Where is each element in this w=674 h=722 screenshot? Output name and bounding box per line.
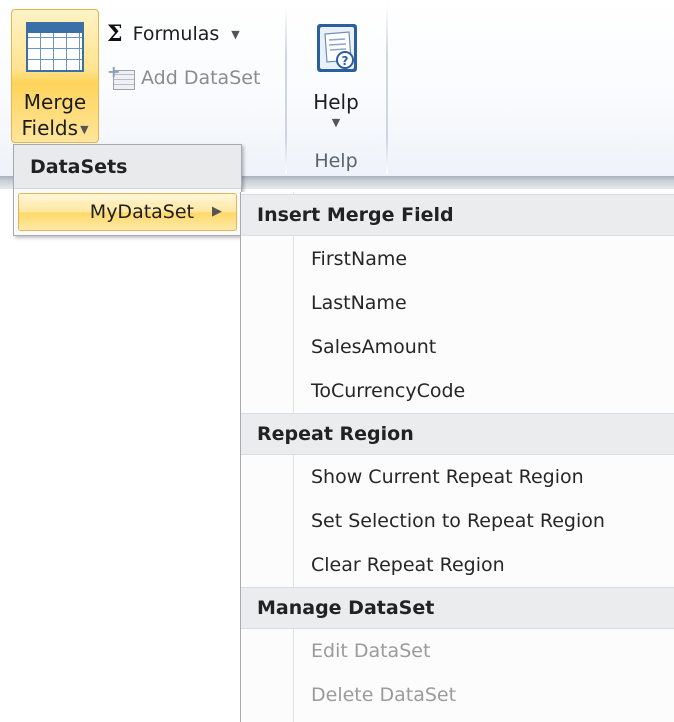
section-header-insert-merge-field: Insert Merge Field xyxy=(241,194,674,236)
section-header-label: Repeat Region xyxy=(257,423,414,445)
datasets-menu: DataSets MyDataSet ▶ xyxy=(13,144,242,236)
group-separator xyxy=(285,4,287,174)
chevron-down-icon: ▼ xyxy=(80,123,89,136)
help-group-label: Help xyxy=(314,150,358,172)
chevron-right-icon: ▶ xyxy=(212,204,222,219)
section-header-repeat-region: Repeat Region xyxy=(241,413,674,455)
section-header-label: Manage DataSet xyxy=(257,597,435,619)
menu-item-clear-repeat-region[interactable]: Clear Repeat Region xyxy=(311,554,505,576)
formulas-label: Formulas xyxy=(132,23,220,45)
menu-item-salesamount[interactable]: SalesAmount xyxy=(311,336,436,358)
chevron-down-icon: ▼ xyxy=(231,27,240,41)
dataset-submenu: Insert Merge Field FirstName LastName Sa… xyxy=(240,192,674,722)
menu-item-mydataset[interactable]: MyDataSet ▶ xyxy=(18,193,237,231)
chevron-down-icon[interactable]: ▼ xyxy=(306,116,366,129)
menu-item-set-selection-to-repeat-region[interactable]: Set Selection to Repeat Region xyxy=(311,510,605,532)
add-dataset-label: Add DataSet xyxy=(141,67,261,89)
help-button-label[interactable]: Help xyxy=(306,90,366,114)
menu-item-edit-dataset: Edit DataSet xyxy=(311,640,431,662)
menu-item-lastname[interactable]: LastName xyxy=(311,292,407,314)
menu-item-tocurrencycode[interactable]: ToCurrencyCode xyxy=(311,380,465,402)
add-dataset-icon: + xyxy=(107,62,135,90)
menu-item-firstname[interactable]: FirstName xyxy=(311,248,407,270)
sigma-icon: Σ xyxy=(107,21,123,47)
menu-item-show-current-repeat-region[interactable]: Show Current Repeat Region xyxy=(311,466,584,488)
datasets-header-label: DataSets xyxy=(30,156,128,178)
merge-fields-button[interactable]: Merge Fields ▼ xyxy=(11,9,99,143)
menu-gutter xyxy=(293,192,294,722)
svg-text:?: ? xyxy=(342,54,349,68)
menu-item-delete-dataset: Delete DataSet xyxy=(311,684,457,706)
merge-fields-label-line2: Fields ▼ xyxy=(21,116,89,140)
table-grid-icon xyxy=(26,22,84,72)
datasets-menu-header: DataSets xyxy=(14,145,241,189)
group-separator xyxy=(386,4,388,174)
menu-item-label: MyDataSet xyxy=(89,201,194,223)
add-dataset-button[interactable]: + Add DataSet xyxy=(107,62,261,92)
section-header-manage-dataset: Manage DataSet xyxy=(241,587,674,629)
help-book-icon[interactable]: ? xyxy=(311,20,363,76)
formulas-button[interactable]: Σ Formulas ▼ xyxy=(107,20,240,48)
merge-fields-label-line1: Merge xyxy=(23,90,87,114)
section-header-label: Insert Merge Field xyxy=(257,204,454,226)
